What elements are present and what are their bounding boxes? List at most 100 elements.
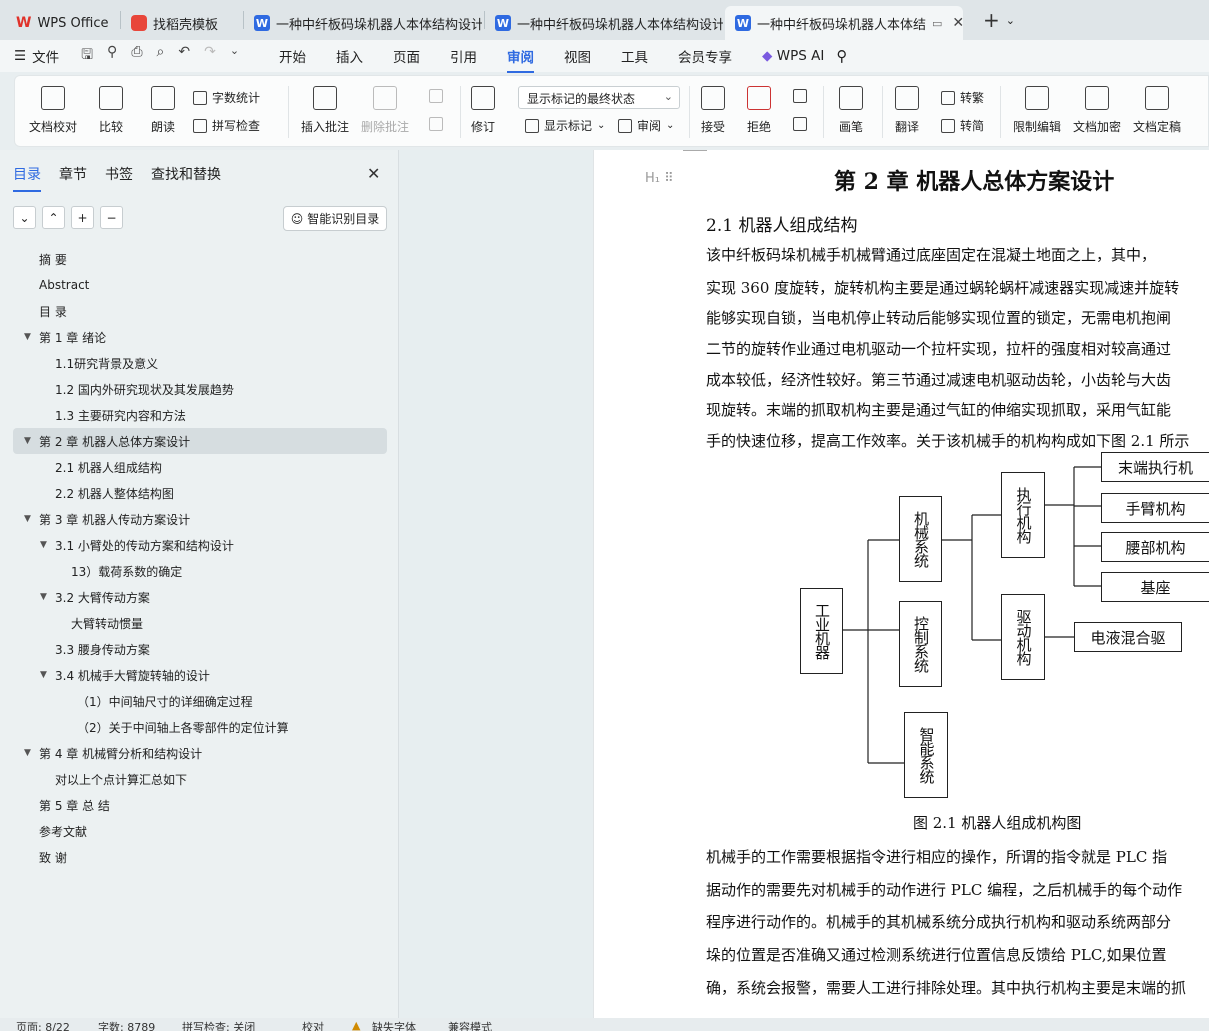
diagram-node-mechanical: 机械系统: [899, 496, 942, 582]
heading-handle-icon[interactable]: H₁ ⠿: [645, 171, 674, 186]
nav-tab-toc[interactable]: 目录: [13, 164, 41, 192]
toc-item[interactable]: ▼ 第 4 章 机械臂分析和结构设计: [13, 740, 387, 766]
compare-button[interactable]: 比较: [99, 86, 123, 135]
toc-item[interactable]: ▼ 3.4 机械手大臂旋转轴的设计: [13, 662, 387, 688]
finalize-button[interactable]: 文档定稿: [1133, 86, 1181, 135]
redo-icon[interactable]: ↷: [204, 44, 216, 68]
status-page[interactable]: 页面: 8/22: [16, 1019, 70, 1031]
collapse-up-button[interactable]: ⌃: [42, 206, 65, 229]
accept-button[interactable]: 接受: [701, 86, 725, 135]
menu-item-member[interactable]: 会员专享: [678, 46, 732, 66]
prev-comment-button[interactable]: [429, 89, 443, 103]
toc-item[interactable]: ▼ 第 1 章 绪论: [13, 324, 387, 350]
search-icon[interactable]: ⚲: [836, 47, 847, 65]
track-changes-button[interactable]: 修订: [471, 86, 495, 135]
expand-down-button[interactable]: ⌄: [13, 206, 36, 229]
pen-button[interactable]: 画笔: [839, 86, 863, 135]
new-tab-icon[interactable]: +: [983, 8, 1000, 32]
toc-item[interactable]: 摘 要: [13, 246, 387, 272]
tab-doc-1[interactable]: W 一种中纤板码垛机器人本体结构设计: [244, 6, 482, 40]
toc-item[interactable]: 参考文献: [13, 818, 387, 844]
tab-doc-2[interactable]: W 一种中纤板码垛机器人本体结构设计: [485, 6, 723, 40]
menu-item-start[interactable]: 开始: [279, 46, 306, 66]
translate-button[interactable]: 翻译: [895, 86, 919, 135]
toc-item[interactable]: 目 录: [13, 298, 387, 324]
toc-item[interactable]: 1.1研究背景及意义: [13, 350, 387, 376]
toc-item[interactable]: ▼ 第 3 章 机器人传动方案设计: [13, 506, 387, 532]
menu-item-reference[interactable]: 引用: [450, 46, 477, 66]
smart-toc-button[interactable]: ☺ 智能识别目录: [283, 206, 387, 231]
to-traditional-button[interactable]: 转繁: [941, 89, 984, 106]
doc-check-button[interactable]: 文档校对: [29, 86, 77, 135]
expand-triangle-icon[interactable]: ▼: [24, 436, 31, 446]
toc-item[interactable]: 第 5 章 总 结: [13, 792, 387, 818]
read-aloud-button[interactable]: 朗读: [151, 86, 175, 135]
encrypt-button[interactable]: 文档加密: [1073, 86, 1121, 135]
toc-item[interactable]: 2.1 机器人组成结构: [13, 454, 387, 480]
tab-doc-3-active[interactable]: W 一种中纤板码垛机器人本体结 ▭ ✕: [725, 6, 963, 40]
toc-item[interactable]: ▼ 3.2 大臂传动方案: [13, 584, 387, 610]
tab-wps-home[interactable]: W WPS Office: [6, 6, 118, 40]
toc-item[interactable]: 1.3 主要研究内容和方法: [13, 402, 387, 428]
toc-item[interactable]: 1.2 国内外研究现状及其发展趋势: [13, 376, 387, 402]
word-count-button[interactable]: 字数统计: [193, 89, 260, 106]
toc-item[interactable]: ▼ 3.1 小臂处的传动方案和结构设计: [13, 532, 387, 558]
restrict-edit-button[interactable]: 限制编辑: [1013, 86, 1061, 135]
toc-item[interactable]: 致 谢: [13, 844, 387, 870]
toc-item[interactable]: （1）中间轴尺寸的详细确定过程: [13, 688, 387, 714]
review-pane-button[interactable]: 审阅 ⌄: [618, 117, 674, 134]
undo-icon[interactable]: ↶: [178, 44, 190, 68]
menu-item-tools[interactable]: 工具: [621, 46, 648, 66]
show-markup-button[interactable]: 显示标记 ⌄: [525, 117, 605, 134]
nav-tab-find-replace[interactable]: 查找和替换: [151, 164, 221, 184]
next-comment-button[interactable]: [429, 117, 443, 131]
print-preview-icon[interactable]: ⌕: [157, 44, 165, 68]
delete-comment-button[interactable]: 删除批注: [361, 86, 409, 135]
tab-template[interactable]: 找稻壳模板: [121, 6, 241, 40]
menu-item-review[interactable]: 审阅: [507, 46, 535, 73]
nav-tab-bookmarks[interactable]: 书签: [105, 164, 133, 184]
expand-triangle-icon[interactable]: ▼: [24, 332, 31, 342]
next-comment-icon: [429, 117, 443, 131]
file-menu[interactable]: ☰ 文件: [14, 46, 59, 66]
status-spell-check[interactable]: 拼写检查: 关闭: [182, 1019, 255, 1031]
wps-ai-button[interactable]: ◆ WPS AI: [762, 48, 824, 64]
expand-triangle-icon[interactable]: ▼: [24, 514, 31, 524]
menu-item-insert[interactable]: 插入: [336, 46, 363, 66]
add-level-button[interactable]: +: [71, 206, 94, 229]
to-simplified-button[interactable]: 转简: [941, 117, 984, 134]
share-icon[interactable]: ⚲: [107, 44, 117, 68]
toc-item[interactable]: 13）载荷系数的确定: [13, 558, 387, 584]
status-word-count[interactable]: 字数: 8789: [98, 1019, 155, 1031]
remove-level-button[interactable]: −: [100, 206, 123, 229]
tab-screen-icon[interactable]: ▭: [932, 17, 942, 30]
expand-triangle-icon[interactable]: ▼: [40, 540, 47, 550]
spell-check-button[interactable]: 拼写检查: [193, 117, 260, 134]
chevron-down-icon[interactable]: ⌄: [1006, 14, 1015, 27]
menu-item-view[interactable]: 视图: [564, 46, 591, 66]
expand-triangle-icon[interactable]: ▼: [40, 592, 47, 602]
insert-comment-button[interactable]: 插入批注: [301, 86, 349, 135]
toc-item[interactable]: 大臂转动惯量: [13, 610, 387, 636]
toc-item[interactable]: （2）关于中间轴上各零部件的定位计算: [13, 714, 387, 740]
toc-item[interactable]: ▼ 第 2 章 机器人总体方案设计: [13, 428, 387, 454]
prev-change-button[interactable]: [793, 89, 807, 103]
save-icon[interactable]: 🖫: [81, 44, 93, 68]
toc-item[interactable]: 2.2 机器人整体结构图: [13, 480, 387, 506]
chevron-down-icon[interactable]: ⌄: [230, 44, 239, 68]
toc-item[interactable]: 3.3 腰身传动方案: [13, 636, 387, 662]
status-missing-font[interactable]: 缺失字体: [372, 1019, 416, 1031]
status-proof[interactable]: 校对: [302, 1019, 324, 1031]
toc-item[interactable]: 对以上个点计算汇总如下: [13, 766, 387, 792]
print-icon[interactable]: ⎙: [131, 44, 142, 68]
display-mode-select[interactable]: 显示标记的最终状态 ⌄: [518, 86, 680, 109]
expand-triangle-icon[interactable]: ▼: [24, 748, 31, 758]
expand-triangle-icon[interactable]: ▼: [40, 670, 47, 680]
menu-item-page[interactable]: 页面: [393, 46, 420, 66]
close-icon[interactable]: ✕: [367, 164, 380, 183]
next-change-button[interactable]: [793, 117, 807, 131]
nav-tab-chapters[interactable]: 章节: [59, 164, 87, 184]
reject-button[interactable]: 拒绝: [747, 86, 771, 135]
toc-item[interactable]: Abstract: [13, 272, 387, 298]
close-icon[interactable]: ✕: [952, 15, 963, 31]
